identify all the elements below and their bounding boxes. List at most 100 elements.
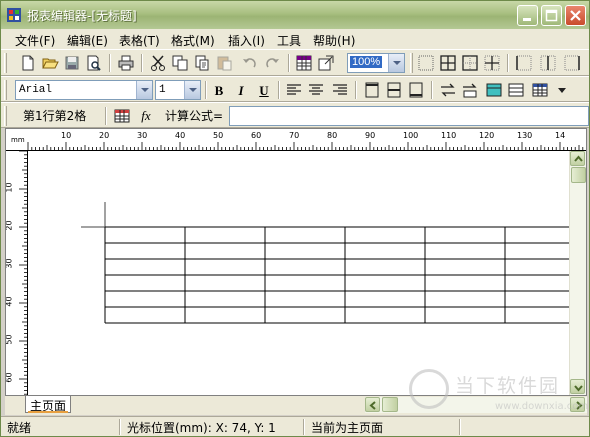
hscroll-thumb[interactable] <box>382 397 398 412</box>
menu-table[interactable]: 表格(T) <box>119 32 160 49</box>
report-table-grid[interactable] <box>29 152 569 396</box>
border-inner-button[interactable] <box>483 54 501 72</box>
font-name-value: Arial <box>19 84 53 96</box>
table-style-dropdown[interactable] <box>553 81 566 99</box>
chevron-down-icon[interactable] <box>136 81 152 99</box>
paste-icon <box>217 56 232 71</box>
export-icon <box>318 55 334 71</box>
ruler-label: 30 <box>137 131 148 140</box>
split-arrow-icon <box>463 83 477 98</box>
valign-bottom-button[interactable] <box>407 81 425 99</box>
zoom-select[interactable]: 100% <box>347 53 405 73</box>
chevron-down-icon[interactable] <box>388 54 404 72</box>
status-current-page: 当前为主页面 <box>311 421 384 435</box>
toolbar-grip[interactable] <box>4 80 7 100</box>
caret-down-icon <box>558 88 566 93</box>
function-button[interactable]: fx <box>137 107 155 125</box>
bold-button[interactable]: B <box>209 81 229 101</box>
toolbar-grip[interactable] <box>410 53 413 73</box>
toolbar-grip[interactable] <box>4 53 7 73</box>
app-window: 报表编辑器-[无标题] 文件(F) 编辑(E) 表格(T) 格式(M) 插入(I… <box>0 0 590 437</box>
valign-middle-button[interactable] <box>385 81 403 99</box>
border-left-button[interactable] <box>515 54 533 72</box>
scroll-left-button[interactable] <box>365 397 380 412</box>
align-right-icon <box>333 84 347 95</box>
vertical-scrollbar[interactable] <box>569 151 586 395</box>
border-right-icon <box>564 55 580 71</box>
scroll-thumb[interactable] <box>571 167 586 183</box>
align-right-button[interactable] <box>331 81 349 99</box>
insert-table-button[interactable] <box>113 107 131 125</box>
menu-edit[interactable]: 编辑(E) <box>67 32 108 49</box>
redo-button[interactable] <box>263 54 281 72</box>
border-center-button[interactable] <box>539 54 557 72</box>
toolbar-grip[interactable] <box>4 106 7 126</box>
border-right-button[interactable] <box>563 54 581 72</box>
watermark-url: www.downxia.com <box>495 401 589 412</box>
menu-tools[interactable]: 工具 <box>277 32 301 49</box>
border-outer-button[interactable] <box>461 54 479 72</box>
undo-button[interactable] <box>241 54 259 72</box>
sheet-tab-main[interactable]: 主页面 <box>25 396 72 413</box>
close-button[interactable] <box>565 5 586 26</box>
open-button[interactable] <box>41 54 59 72</box>
menu-format[interactable]: 格式(M) <box>171 32 215 49</box>
report-workspace: mm 10 20 30 40 50 60 70 80 90 100 110 120 130 14 10 20… <box>5 128 587 396</box>
toolbar-separator <box>288 54 290 72</box>
minimize-button[interactable] <box>517 5 538 26</box>
align-left-button[interactable] <box>285 81 303 99</box>
title-bar: 报表编辑器-[无标题] <box>1 1 589 29</box>
standard-toolbar: 100% <box>1 49 589 76</box>
underline-button[interactable]: U <box>254 81 274 101</box>
export-button[interactable] <box>317 54 335 72</box>
report-canvas[interactable] <box>29 152 569 396</box>
formula-input[interactable] <box>229 106 589 126</box>
copy-format-button[interactable] <box>193 54 211 72</box>
ruler-label: 14 <box>555 131 566 140</box>
border-grid-button[interactable] <box>439 54 457 72</box>
print-button[interactable] <box>117 54 135 72</box>
ruler-label: 40 <box>5 296 14 307</box>
scroll-up-button[interactable] <box>570 151 585 166</box>
chevron-up-icon <box>574 155 583 162</box>
menu-help[interactable]: 帮助(H) <box>313 32 355 49</box>
toolbar-separator <box>141 54 143 72</box>
align-center-button[interactable] <box>307 81 325 99</box>
window-title: 报表编辑器-[无标题] <box>27 9 137 23</box>
insert-row-button[interactable] <box>507 81 525 99</box>
vertical-ruler: 10 20 30 40 50 60 <box>5 151 28 395</box>
font-name-select[interactable]: Arial <box>15 80 153 100</box>
paste-button[interactable] <box>215 54 233 72</box>
border-grid-icon <box>440 55 456 71</box>
chevron-down-icon[interactable] <box>184 81 200 99</box>
valign-bottom-icon <box>409 82 423 98</box>
cut-button[interactable] <box>149 54 167 72</box>
border-left-icon <box>516 55 532 71</box>
merge-cells-button[interactable] <box>439 81 457 99</box>
menu-insert[interactable]: 插入(I) <box>228 32 265 49</box>
menu-file[interactable]: 文件(F) <box>15 32 55 49</box>
border-all-button[interactable] <box>417 54 435 72</box>
ruler-label: 120 <box>479 131 495 140</box>
print-preview-button[interactable] <box>85 54 103 72</box>
font-size-select[interactable]: 1 <box>155 80 201 100</box>
toolbar-separator <box>105 107 107 125</box>
split-cells-button[interactable] <box>461 81 479 99</box>
toolbar-separator <box>205 81 207 99</box>
status-bar: 就绪 光标位置(mm): X: 74, Y: 1 当前为主页面 <box>1 416 589 436</box>
save-button[interactable] <box>63 54 81 72</box>
table-style-button[interactable] <box>531 81 549 99</box>
grid-dotted-icon <box>418 55 434 71</box>
maximize-button[interactable] <box>541 5 562 26</box>
cell-reference: 第1行第2格 <box>23 109 87 123</box>
insert-row-icon <box>508 83 524 97</box>
italic-button[interactable]: I <box>231 81 251 101</box>
maximize-icon <box>545 9 558 22</box>
new-button[interactable] <box>19 54 37 72</box>
cell-color-button[interactable] <box>485 81 503 99</box>
valign-top-button[interactable] <box>363 81 381 99</box>
ruler-label: 10 <box>61 131 72 140</box>
toolbar-separator <box>431 81 433 99</box>
table-wizard-button[interactable] <box>295 54 313 72</box>
copy-button[interactable] <box>171 54 189 72</box>
